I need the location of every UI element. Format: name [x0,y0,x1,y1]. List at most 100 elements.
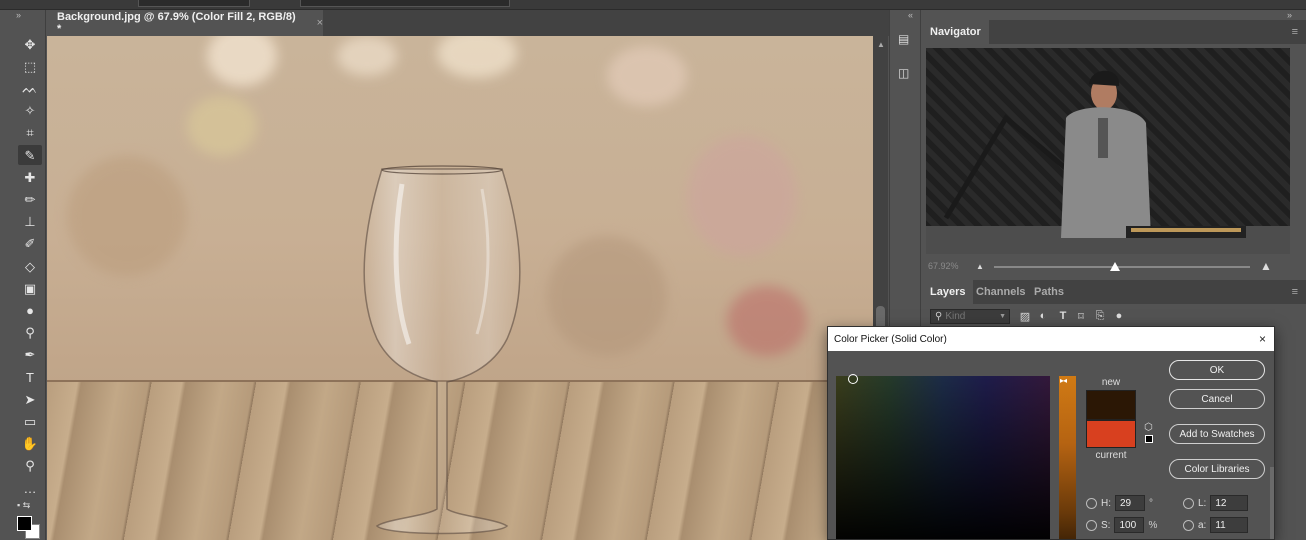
bokeh-light [607,46,687,106]
pen-tool-icon[interactable]: ✒ [18,345,42,365]
current-color-label: current [1095,450,1127,461]
search-icon: ⚲ [935,311,943,322]
hue-input[interactable]: 29 [1115,495,1145,511]
path-selection-tool-icon[interactable]: ➤ [18,389,42,409]
type-layer-filter-icon[interactable]: T [1056,309,1070,323]
hue-row: H: 29 ° [1086,494,1159,512]
more-tools-icon[interactable]: … [18,478,42,498]
close-tab-icon[interactable]: × [317,17,323,29]
lightness-label: L: [1198,497,1207,509]
tab-navigator[interactable]: Navigator [922,20,989,44]
swap-colors-icon[interactable]: ▪ ⇆ [17,500,30,511]
navigator-zoom-bar: 67.92% ▲ ▲ [922,257,1306,277]
options-bar-field[interactable] [138,0,250,7]
add-to-swatches-button[interactable]: Add to Swatches [1169,424,1265,444]
gamut-warning-icon[interactable]: ⬡ [1144,422,1153,433]
panel-menu-icon[interactable]: ≡ [1292,26,1298,38]
a-channel-radio[interactable] [1183,519,1194,531]
close-icon[interactable]: × [1259,332,1266,346]
zoom-slider-handle[interactable] [1110,262,1120,271]
chevron-down-icon: ▼ [999,313,1006,320]
options-bar-field[interactable] [300,0,510,7]
a-channel-row: a: 11 [1183,516,1249,534]
bokeh-light [67,156,187,276]
bokeh-light [437,36,517,78]
options-bar [0,0,1306,10]
tab-channels[interactable]: Channels [968,280,1034,304]
cancel-button[interactable]: Cancel [1169,389,1265,409]
dodge-tool-icon[interactable]: ⚲ [18,323,42,343]
lasso-tool-icon[interactable]: ᨓ [18,78,42,98]
tab-paths[interactable]: Paths [1026,280,1072,304]
gradient-tool-icon[interactable]: ▣ [18,278,42,298]
ok-button[interactable]: OK [1169,360,1265,380]
dialog-title: Color Picker (Solid Color) [834,333,947,345]
panels-collapse-icon[interactable]: » [1287,10,1292,20]
navigator-preview-image [926,70,1290,254]
stamp-tool-icon[interactable]: ⊥ [18,212,42,232]
filter-toggle-icon[interactable]: ● [1112,309,1126,323]
color-field-marker[interactable] [848,374,858,384]
bokeh-light [337,36,397,76]
saturation-input[interactable]: 100 [1114,517,1145,533]
color-field[interactable] [836,374,1050,539]
eraser-tool-icon[interactable]: ◇ [18,256,42,276]
saturation-unit: % [1148,519,1158,531]
foreground-background-swatches[interactable]: ▪ ⇆ [17,500,43,540]
dialog-scrollbar[interactable] [1270,467,1274,539]
saturation-radio[interactable] [1086,519,1097,531]
history-brush-tool-icon[interactable]: ✐ [18,234,42,254]
lightness-radio[interactable] [1183,497,1194,509]
hue-slider[interactable]: ▸◂ [1059,376,1076,539]
toolbar-collapse-icon[interactable]: » [16,10,21,20]
filter-kind-label: Kind [945,311,966,322]
smart-object-filter-icon[interactable]: ⎘ [1093,309,1107,323]
navigator-thumbnail[interactable] [926,48,1290,254]
saturation-label: S: [1101,519,1111,531]
zoom-slider-track[interactable] [994,266,1250,268]
brush-tool-icon[interactable]: ✏ [18,189,42,209]
lightness-input[interactable]: 12 [1210,495,1249,511]
document-tab-title: Background.jpg @ 67.9% (Color Fill 2, RG… [57,11,296,35]
type-tool-icon[interactable]: T [18,367,42,387]
color-libraries-button[interactable]: Color Libraries [1169,459,1265,479]
zoom-out-icon[interactable]: ▲ [976,262,984,271]
healing-brush-tool-icon[interactable]: ✚ [18,167,42,187]
magic-wand-tool-icon[interactable]: ✧ [18,101,42,121]
layer-filter-bar: ⚲ Kind ▼ ▨ ◐ T ⌑ ⎘ ● [926,307,1302,327]
a-channel-input[interactable]: 11 [1210,517,1249,533]
tab-layers[interactable]: Layers [922,280,974,304]
hue-radio[interactable] [1086,497,1097,509]
document-canvas[interactable] [47,36,873,540]
foreground-color-swatch[interactable] [17,516,32,531]
panel-menu-icon[interactable]: ≡ [1292,286,1298,298]
move-tool-icon[interactable]: ✥ [18,34,42,54]
scroll-up-icon[interactable]: ▲ [877,40,885,49]
rectangle-tool-icon[interactable]: ▭ [18,411,42,431]
strip-collapse-icon[interactable]: « [908,10,913,20]
web-safe-color-icon[interactable] [1145,435,1153,443]
marquee-tool-icon[interactable]: ⬚ [18,56,42,76]
saturation-row: S: 100 % [1086,516,1158,534]
crop-tool-icon[interactable]: ⌗ [18,123,42,143]
blur-tool-icon[interactable]: ● [18,300,42,320]
pixel-layer-filter-icon[interactable]: ▨ [1018,309,1032,323]
filter-kind-select[interactable]: ⚲ Kind ▼ [930,309,1010,324]
current-color-swatch[interactable] [1086,420,1136,448]
navigator-zoom-value[interactable]: 67.92% [928,261,959,271]
properties-panel-icon[interactable]: ◫ [898,66,914,82]
bokeh-light [727,286,807,356]
eyedropper-tool-icon[interactable]: ✎ [18,145,42,165]
document-tab[interactable]: Background.jpg @ 67.9% (Color Fill 2, RG… [47,10,323,36]
a-channel-label: a: [1198,519,1207,531]
document-tab-bar: Background.jpg @ 67.9% (Color Fill 2, RG… [47,10,890,36]
adjustment-layer-filter-icon[interactable]: ◐ [1036,309,1050,323]
shape-layer-filter-icon[interactable]: ⌑ [1074,309,1088,323]
history-panel-icon[interactable]: ▤ [898,32,914,48]
photoshop-window: » ✥ ⬚ ᨓ ✧ ⌗ ✎ ✚ ✏ ⊥ ✐ ◇ ▣ ● ⚲ ✒ T ➤ ▭ ✋ ⚲… ▪ ⇆ Background.j… [0,0,1306,540]
hand-tool-icon[interactable]: ✋ [18,434,42,454]
zoom-tool-icon[interactable]: ⚲ [18,456,42,476]
zoom-in-icon[interactable]: ▲ [1260,259,1272,273]
hue-slider-arrows[interactable]: ▸◂ [1060,376,1067,385]
bokeh-light [687,136,797,256]
